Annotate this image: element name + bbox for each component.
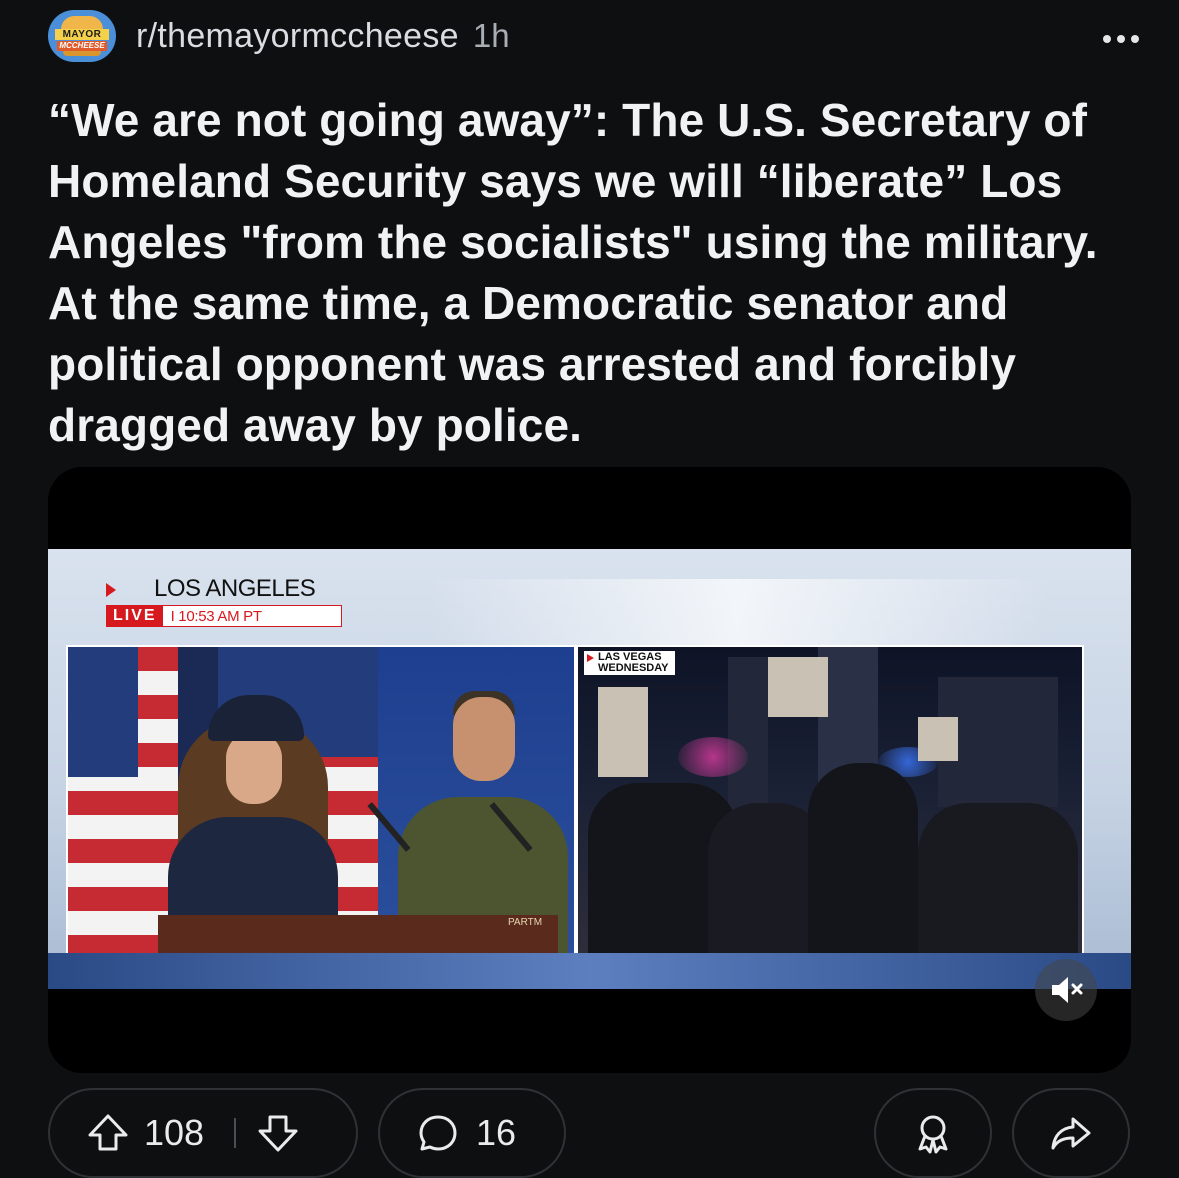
comment-count: 16 xyxy=(476,1112,517,1153)
mute-icon[interactable] xyxy=(1035,959,1097,1021)
vote-divider xyxy=(234,1118,237,1148)
share-icon xyxy=(1049,1111,1093,1155)
flag-left xyxy=(68,647,178,953)
post-header: MAYOR MCCHEESE r/themayormccheese 1h xyxy=(48,10,1139,62)
award-icon xyxy=(911,1111,955,1155)
burger-logo: MAYOR MCCHEESE xyxy=(55,16,109,56)
comment-icon xyxy=(416,1111,460,1155)
speaker-woman xyxy=(168,677,338,953)
live-badge: LIVE I 10:53 AM PT xyxy=(106,605,342,627)
inset-tag: LAS VEGAS WEDNESDAY xyxy=(584,651,675,675)
more-icon[interactable] xyxy=(1103,29,1139,43)
protest-pane: LAS VEGAS WEDNESDAY xyxy=(576,645,1084,955)
comments-button[interactable]: 16 xyxy=(378,1088,566,1178)
post-age: 1h xyxy=(472,17,510,54)
press-conference-pane: PARTM xyxy=(66,645,576,955)
subreddit-name[interactable]: r/themayormccheese xyxy=(136,17,459,56)
podium: PARTM xyxy=(158,915,558,953)
vote-pill: 108 xyxy=(48,1088,358,1178)
video-player[interactable]: LOS ANGELES LIVE I 10:53 AM PT PARTM LAS… xyxy=(48,467,1131,1073)
post-actions: 108 16 xyxy=(48,1088,1131,1178)
post-title[interactable]: “We are not going away”: The U.S. Secret… xyxy=(48,90,1138,456)
officer-man xyxy=(398,677,568,953)
share-button[interactable] xyxy=(1012,1088,1130,1178)
upvote-icon[interactable] xyxy=(86,1111,130,1155)
live-label: LIVE xyxy=(107,606,163,626)
video-frame: LOS ANGELES LIVE I 10:53 AM PT PARTM LAS… xyxy=(48,549,1131,989)
award-button[interactable] xyxy=(874,1088,992,1178)
location-text: LOS ANGELES xyxy=(154,575,316,602)
subreddit-avatar[interactable]: MAYOR MCCHEESE xyxy=(48,10,116,62)
downvote-icon[interactable] xyxy=(256,1111,300,1155)
upvote-count: 108 xyxy=(144,1112,205,1153)
live-time: I 10:53 AM PT xyxy=(170,607,262,625)
